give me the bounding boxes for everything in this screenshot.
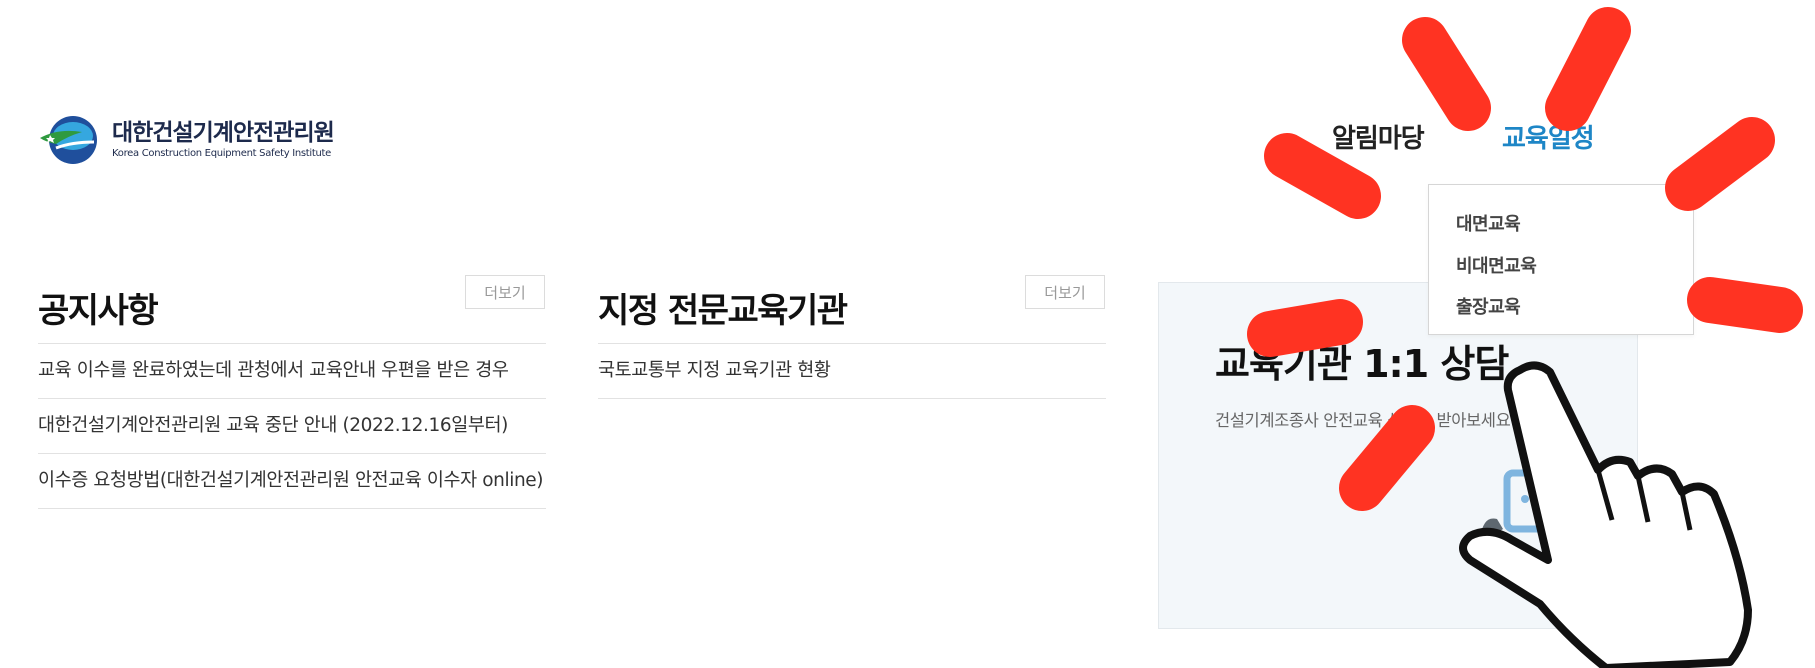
notice-list-item[interactable]: 대한건설기계안전관리원 교육 중단 안내 (2022.12.16일부터) (38, 399, 546, 454)
logo-name-ko: 대한건설기계안전관리원 (112, 120, 335, 146)
notice-list-item[interactable]: 교육 이수를 완료하였는데 관청에서 교육안내 우편을 받은 경우 (38, 344, 546, 399)
site-logo[interactable]: 대한건설기계안전관리원 Korea Construction Equipment… (38, 112, 335, 168)
institutions-title: 지정 전문교육기관 (598, 291, 848, 331)
notice-more-button[interactable]: 더보기 (465, 275, 545, 309)
institutions-list: 국토교통부 지정 교육기관 현황 (598, 343, 1106, 399)
page: 대한건설기계안전관리원 Korea Construction Equipment… (0, 0, 1815, 668)
consult-title: 교육기관 1:1 상담 (1215, 342, 1509, 386)
education-schedule-dropdown: 대면교육 비대면교육 출장교육 (1428, 184, 1694, 335)
logo-emblem-icon (38, 112, 104, 168)
dropdown-item-visiting[interactable]: 출장교육 (1456, 293, 1521, 319)
institutions-more-button[interactable]: 더보기 (1025, 275, 1105, 309)
nav-notice-board[interactable]: 알림마당 (1332, 118, 1425, 155)
logo-name-en: Korea Construction Equipment Safety Inst… (112, 148, 332, 159)
dropdown-item-in-person[interactable]: 대면교육 (1456, 210, 1521, 236)
institutions-list-item[interactable]: 국토교통부 지정 교육기관 현황 (598, 344, 1106, 399)
dropdown-item-online[interactable]: 비대면교육 (1456, 252, 1537, 278)
consult-description: 건설기계조종사 안전교육 상담을 받아보세요 (1215, 411, 1511, 430)
notice-list: 교육 이수를 완료하였는데 관청에서 교육안내 우편을 받은 경우 대한건설기계… (38, 343, 546, 509)
notice-list-item[interactable]: 이수증 요청방법(대한건설기계안전관리원 안전교육 이수자 online) (38, 454, 546, 509)
phone-consult-icon (1469, 463, 1589, 583)
notice-title: 공지사항 (38, 291, 159, 331)
nav-education-schedule[interactable]: 교육일정 (1502, 118, 1595, 155)
